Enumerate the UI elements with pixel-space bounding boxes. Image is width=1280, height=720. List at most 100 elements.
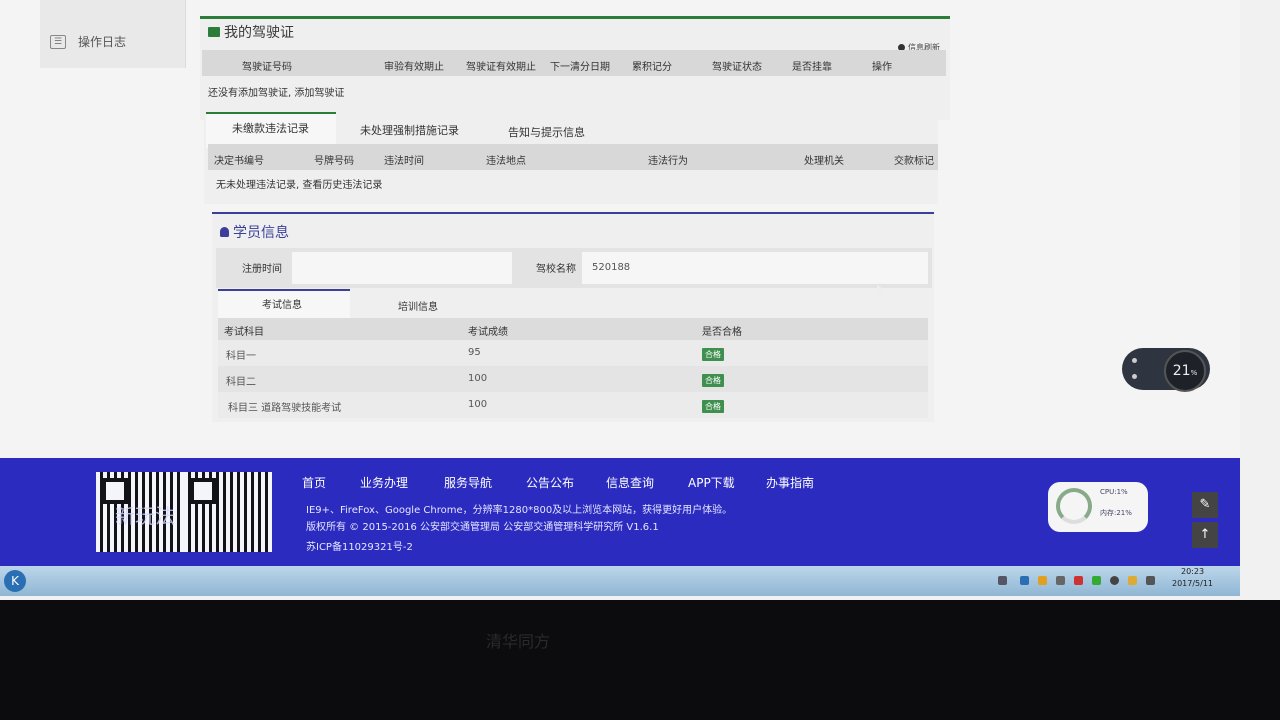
browser-notice: IE9+、FireFox、Google Chrome，分辨率1280*800及以…	[306, 505, 733, 516]
col-points: 累积记分	[632, 62, 672, 73]
col-behavior: 违法行为	[648, 156, 688, 167]
memory-percent: 21%	[1164, 350, 1206, 392]
screen: ☰ 操作日志 我的驾驶证 信息刷新 驾驶证号码 审验有效期止 驾驶证有效期止 下…	[0, 0, 1280, 600]
gauge-icon	[1056, 488, 1092, 524]
tab-enforcement[interactable]: 未处理强制措施记录	[360, 122, 459, 138]
percent-value: 21	[1172, 363, 1191, 379]
col-license-no: 驾驶证号码	[242, 62, 292, 73]
tab-training-info[interactable]: 培训信息	[398, 298, 438, 313]
footer-nav-notice[interactable]: 公告公布	[526, 474, 574, 491]
license-table-header: 驾驶证号码 审验有效期止 驾驶证有效期止 下一清分日期 累积记分 驾驶证状态 是…	[202, 50, 946, 76]
download-icon	[1132, 374, 1137, 379]
qr-code-wechat	[184, 472, 272, 552]
col-review-expiry: 审验有效期止	[384, 62, 444, 73]
col-authority: 处理机关	[804, 156, 844, 167]
net-speed-widget[interactable]: 21%	[1122, 348, 1210, 392]
col-time: 违法时间	[384, 156, 424, 167]
exam-table-header: 考试科目 考试成绩 是否合格	[218, 318, 928, 340]
footer-nav-service[interactable]: 服务导航	[444, 474, 492, 491]
reg-time-label: 注册时间	[242, 264, 282, 275]
watermark-text: 新玩法	[115, 504, 175, 528]
sidebar-item-label: 操作日志	[78, 35, 127, 49]
monitor-brand-logo: 清华同方	[486, 632, 551, 651]
flag-icon[interactable]	[1146, 576, 1155, 585]
clock-time: 20:23	[1180, 567, 1205, 576]
pass-badge: 合格	[702, 400, 724, 413]
settings-icon[interactable]	[1110, 576, 1119, 585]
footer-nav-guide[interactable]: 办事指南	[766, 474, 814, 491]
percent-unit: %	[1190, 369, 1198, 377]
col-plate: 号牌号码	[314, 156, 354, 167]
clock-date: 2017/5/11	[1172, 579, 1214, 588]
shield-icon[interactable]	[1020, 576, 1029, 585]
exam-subject: 科目三 道路驾驶技能考试	[228, 403, 342, 414]
memory-usage: 内存:21%	[1100, 509, 1132, 517]
exam-row: 科目二 100 合格	[218, 366, 928, 392]
student-title-text: 学员信息	[233, 225, 289, 241]
col-next-clear: 下一清分日期	[550, 62, 610, 73]
col-affiliated: 是否挂靠	[792, 62, 832, 73]
col-subject: 考试科目	[224, 327, 264, 338]
system-monitor-widget[interactable]: CPU:1% 内存:21%	[1048, 482, 1148, 532]
app-tray-icon[interactable]	[1074, 576, 1083, 585]
icp-number: 苏ICP备11029321号-2	[306, 542, 413, 553]
pass-badge: 合格	[702, 348, 724, 361]
exam-score: 95	[468, 347, 481, 358]
edit-button[interactable]: ✎	[1192, 492, 1218, 518]
pass-badge: 合格	[702, 374, 724, 387]
exam-score: 100	[468, 399, 488, 410]
col-license-expiry: 驾驶证有效期止	[466, 62, 536, 73]
student-info-row: 注册时间 驾校名称 520188	[216, 248, 932, 288]
user-icon	[220, 227, 229, 237]
tab-exam-info[interactable]: 考试信息	[262, 296, 302, 311]
col-score: 考试成绩	[468, 327, 508, 338]
edit-icon: ✎	[1199, 497, 1211, 512]
school-name-box: 520188	[582, 252, 928, 284]
volume-icon[interactable]	[1056, 576, 1065, 585]
sidebar-item-operation-log[interactable]: ☰ 操作日志	[50, 33, 126, 50]
copyright-text: 版权所有 © 2015-2016 公安部交通管理局 公安部交通管理科学研究所 V…	[306, 522, 659, 533]
school-name-label: 驾校名称	[536, 264, 576, 275]
col-paid: 交款标记	[894, 156, 934, 167]
cpu-usage: CPU:1%	[1100, 488, 1128, 496]
back-to-top-button[interactable]: ↑	[1192, 522, 1218, 548]
notification-icon[interactable]	[1128, 576, 1137, 585]
col-decision-no: 决定书编号	[214, 156, 264, 167]
taskbar: K 20:23 2017/5/11	[0, 566, 1240, 596]
start-button[interactable]: K	[4, 570, 26, 592]
exam-score: 100	[468, 373, 488, 384]
student-panel: 学员信息 注册时间 驾校名称 520188 考试信息 培训信息 考试科目 考试成…	[212, 212, 934, 422]
col-status: 驾驶证状态	[712, 62, 762, 73]
student-title: 学员信息	[220, 222, 289, 242]
history-violations-link[interactable]: 无未处理违法记录, 查看历史违法记录	[216, 176, 382, 191]
footer-nav-query[interactable]: 信息查询	[606, 474, 654, 491]
id-card-icon	[208, 27, 220, 37]
arrow-up-icon: ↑	[1199, 527, 1211, 542]
license-panel: 我的驾驶证 信息刷新 驾驶证号码 审验有效期止 驾驶证有效期止 下一清分日期 累…	[200, 16, 950, 120]
update-icon[interactable]	[1092, 576, 1101, 585]
sidebar: ☰ 操作日志	[40, 0, 186, 68]
exam-subject: 科目二	[226, 377, 256, 388]
license-title: 我的驾驶证	[208, 22, 294, 42]
school-name-value: 520188	[592, 262, 631, 273]
tab-notices[interactable]: 告知与提示信息	[508, 124, 585, 140]
upload-icon	[1132, 358, 1137, 363]
license-title-text: 我的驾驶证	[224, 25, 294, 41]
exam-subject: 科目一	[226, 351, 256, 362]
keyboard-icon[interactable]	[998, 576, 1007, 585]
footer-nav-business[interactable]: 业务办理	[360, 474, 408, 491]
log-icon: ☰	[50, 34, 66, 49]
col-place: 违法地点	[486, 156, 526, 167]
reg-time-value	[292, 252, 512, 284]
web-page: ☰ 操作日志 我的驾驶证 信息刷新 驾驶证号码 审验有效期止 驾驶证有效期止 下…	[0, 0, 1240, 458]
footer-nav-home[interactable]: 首页	[302, 474, 326, 491]
col-action: 操作	[872, 62, 892, 73]
tab-unpaid-violations[interactable]: 未缴款违法记录	[232, 120, 309, 136]
footer-nav-app[interactable]: APP下载	[688, 474, 735, 491]
network-icon[interactable]	[1038, 576, 1047, 585]
violations-panel: 未缴款违法记录 未处理强制措施记录 告知与提示信息 决定书编号 号牌号码 违法时…	[204, 112, 938, 204]
col-pass: 是否合格	[702, 327, 742, 338]
taskbar-clock[interactable]: 20:23 2017/5/11	[1172, 566, 1213, 590]
violation-table-header: 决定书编号 号牌号码 违法时间 违法地点 违法行为 处理机关 交款标记	[208, 144, 938, 170]
add-license-link[interactable]: 还没有添加驾驶证, 添加驾驶证	[208, 84, 344, 99]
